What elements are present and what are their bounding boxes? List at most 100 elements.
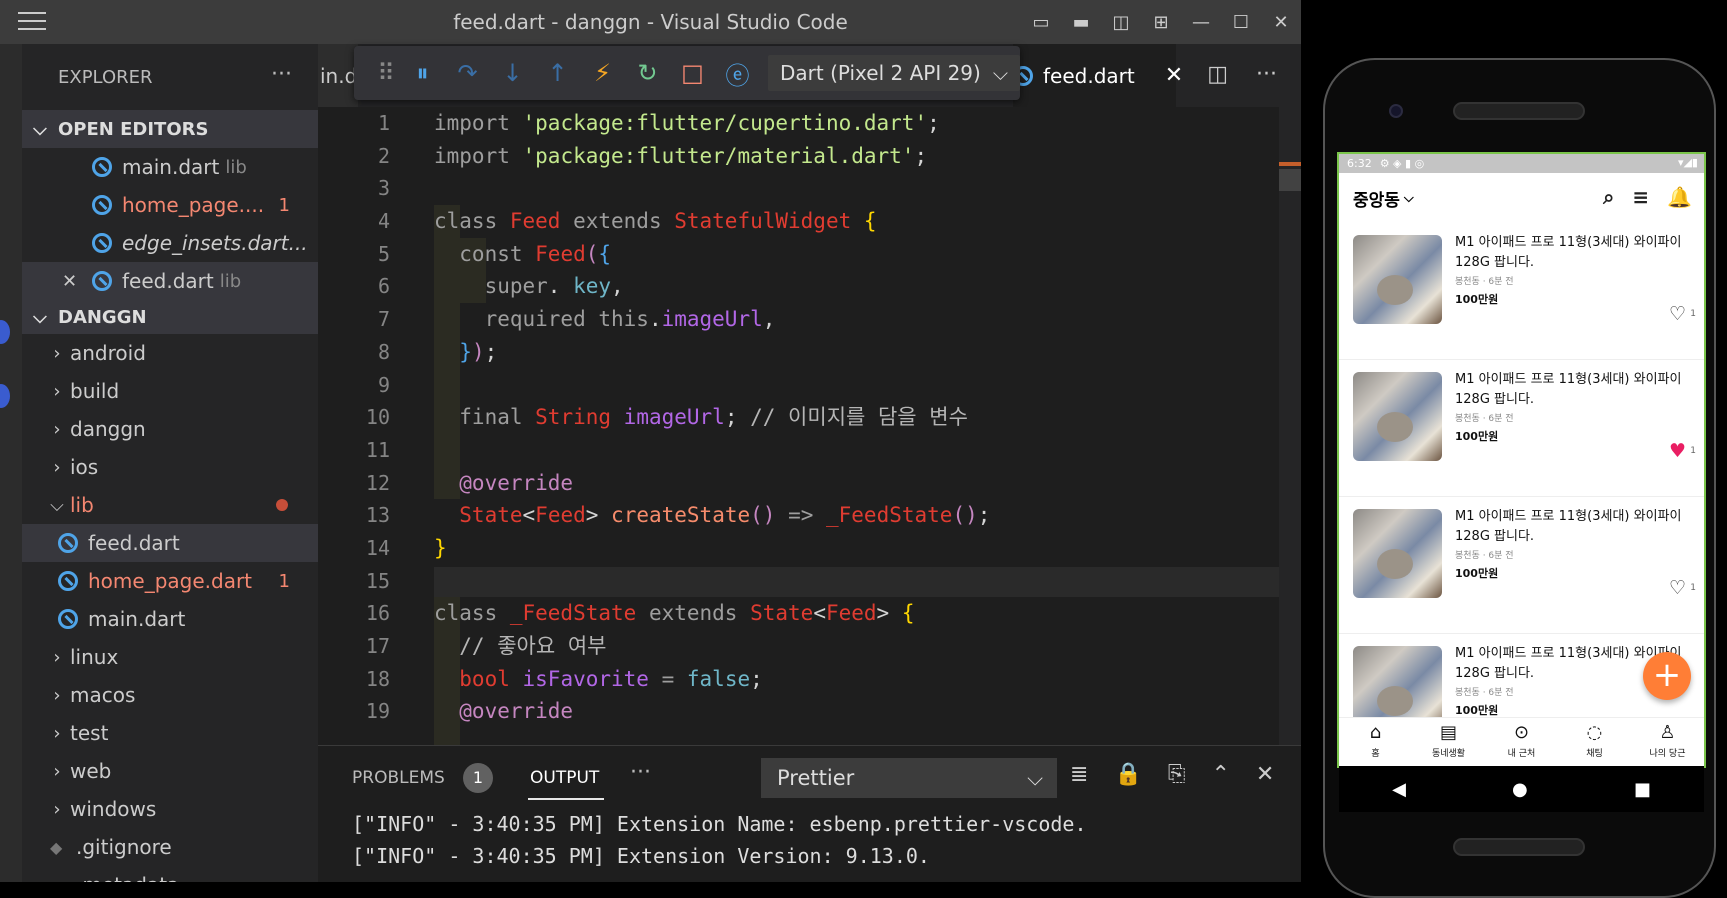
heart-outline-icon[interactable]: ♡ (1669, 303, 1686, 325)
recents-icon[interactable]: ■ (1634, 779, 1651, 800)
toggle-panel-icon[interactable]: ▬ (1061, 12, 1101, 33)
file-item[interactable]: ≡ .metadata (22, 866, 318, 882)
open-editor-item[interactable]: edge_insets.dart... (22, 224, 318, 262)
nearby-icon: ⊙ (1513, 722, 1530, 743)
toggle-sidebar-icon[interactable]: ▭ (1021, 12, 1061, 33)
file-name: home_page.dart (88, 569, 253, 593)
restart-icon[interactable]: ↻ (625, 59, 670, 87)
activity-badge[interactable] (0, 320, 10, 344)
nav-label: 홈 (1371, 749, 1380, 759)
tab-output[interactable]: OUTPUT (530, 768, 599, 788)
folder-item[interactable]: › macos (22, 676, 318, 714)
back-icon[interactable]: ◀ (1392, 779, 1406, 800)
menu-icon[interactable]: ≡ (1632, 185, 1649, 209)
close-tab-icon[interactable]: ✕ (1165, 63, 1183, 88)
code-token: // 좋아요 여부 (434, 634, 607, 658)
file-item[interactable]: home_page.dart 1 (22, 562, 318, 600)
folder-item[interactable]: › danggn (22, 410, 318, 448)
location-selector[interactable]: 중앙동 (1353, 186, 1400, 211)
nav-item-nearby[interactable]: ⊙ 내 근처 (1485, 718, 1558, 766)
stop-icon[interactable]: □ (670, 59, 715, 87)
folder-item[interactable]: › web (22, 752, 318, 790)
project-section[interactable]: ⌵ DANGGN (22, 300, 318, 334)
folder-item[interactable]: › windows (22, 790, 318, 828)
phone-screen: 6:32 ⚙ ◈ ▮ ◎ ▾◢▮ 중앙동 ⌵ ⌕ ≡ 🔔 M1 아이패드 프로 … (1339, 154, 1704, 766)
open-editor-item[interactable]: main.dart lib (22, 148, 318, 186)
tab-label: feed.dart (1043, 63, 1135, 88)
bell-icon[interactable]: 🔔 (1667, 185, 1692, 209)
close-window-button[interactable]: ✕ (1261, 12, 1301, 33)
output-channel-label: Prettier (777, 766, 855, 790)
list-item[interactable]: M1 아이패드 프로 11형(3세대) 와이파이 128G 팝니다. 봉천동 ·… (1339, 360, 1704, 497)
code-token: 'package:flutter/material.dart' (522, 143, 915, 168)
activity-badge[interactable] (0, 384, 10, 408)
open-in-editor-icon[interactable]: ⎘ (1168, 762, 1186, 787)
code-token: _FeedState (509, 601, 637, 626)
list-item[interactable]: M1 아이패드 프로 11형(3세대) 와이파이 128G 팝니다. 봉천동 ·… (1339, 497, 1704, 634)
debug-target-select[interactable]: Dart (Pixel 2 API 29) ⌵ (768, 55, 1020, 91)
drag-handle-icon[interactable]: ⠿ (372, 59, 400, 87)
editor-scrollbar[interactable] (1279, 107, 1301, 745)
file-item[interactable]: main.dart (22, 600, 318, 638)
home-icon[interactable]: ● (1512, 779, 1528, 800)
customize-layout-icon[interactable]: ⊞ (1141, 12, 1181, 33)
dart-file-icon (92, 195, 112, 215)
file-item-active[interactable]: feed.dart (22, 524, 318, 562)
step-out-icon[interactable]: ↑ (535, 59, 580, 87)
pause-icon[interactable]: ⏸ (400, 59, 445, 87)
dart-file-icon (58, 609, 78, 629)
code-editor[interactable]: 1 2 3 4 5 6 7 8 9 10 11 12 13 14 15 16 17 18 19 import 'pa… (318, 107, 1301, 745)
nav-item-community[interactable]: ▤ 동네생활 (1412, 718, 1485, 766)
heart-filled-icon[interactable]: ♥ (1669, 440, 1686, 462)
code-token: State (434, 503, 523, 528)
list-item[interactable]: M1 아이패드 프로 11형(3세대) 와이파이 128G 팝니다. 봉천동 ·… (1339, 223, 1704, 360)
devtools-icon[interactable]: ⓔ (715, 56, 760, 91)
open-editors-section[interactable]: ⌵ OPEN EDITORS (22, 110, 318, 148)
nav-item-my[interactable]: ♙ 나의 당근 (1631, 718, 1704, 766)
close-icon[interactable]: ✕ (62, 271, 92, 292)
more-actions-icon[interactable]: ··· (630, 760, 651, 785)
heart-outline-icon[interactable]: ♡ (1669, 577, 1686, 599)
maximize-panel-icon[interactable]: ⌃ (1211, 762, 1229, 787)
clear-output-icon[interactable]: ≣ (1070, 762, 1088, 787)
scroll-thumb[interactable] (1279, 169, 1301, 191)
close-panel-icon[interactable]: ✕ (1256, 762, 1274, 787)
tab-problems[interactable]: PROBLEMS (352, 768, 445, 788)
maximize-button[interactable]: ☐ (1221, 12, 1261, 33)
code-token: { (851, 209, 877, 234)
file-desc: lib (225, 156, 247, 178)
add-post-button[interactable]: + (1643, 652, 1691, 700)
folder-lib[interactable]: ⌵ lib (22, 486, 318, 524)
tab-feed-dart[interactable]: feed.dart ✕ (1013, 44, 1183, 107)
nav-item-home[interactable]: ⌂ 홈 (1339, 718, 1412, 766)
search-icon[interactable]: ⌕ (1603, 185, 1614, 209)
more-actions-icon[interactable]: ··· (271, 62, 292, 87)
step-over-icon[interactable]: ↷ (445, 59, 490, 87)
folder-item[interactable]: › android (22, 334, 318, 372)
more-actions-icon[interactable]: ··· (1256, 62, 1277, 87)
step-into-icon[interactable]: ↓ (490, 59, 535, 87)
code-token: () (750, 503, 776, 528)
code-token: ; (484, 339, 498, 364)
item-meta: 봉천동 · 6분 전 (1455, 414, 1514, 424)
folder-item[interactable]: › test (22, 714, 318, 752)
folder-item[interactable]: › ios (22, 448, 318, 486)
hot-reload-icon[interactable]: ⚡ (580, 59, 625, 87)
tab-main-dart[interactable]: in.d (318, 44, 358, 107)
file-item[interactable]: ◆ .gitignore (22, 828, 318, 866)
chevron-down-icon[interactable]: ⌵ (1404, 191, 1414, 206)
folder-item[interactable]: › build (22, 372, 318, 410)
lock-icon[interactable]: 🔒 (1114, 762, 1141, 787)
nav-item-chat[interactable]: ◌ 채팅 (1558, 718, 1631, 766)
minimize-button[interactable]: — (1181, 12, 1221, 33)
code-lines[interactable]: import 'package:flutter/cupertino.dart';… (434, 107, 990, 728)
open-editor-item-active[interactable]: ✕ feed.dart lib (22, 262, 318, 300)
toggle-secondary-sidebar-icon[interactable]: ◫ (1101, 12, 1141, 33)
line-number: 12 (365, 470, 390, 495)
output-channel-select[interactable]: Prettier ⌵ (761, 758, 1057, 798)
folder-item[interactable]: › linux (22, 638, 318, 676)
open-editor-item[interactable]: home_page.... 1 (22, 186, 318, 224)
code-token: < (522, 503, 536, 528)
split-editor-icon[interactable]: ◫ (1207, 62, 1228, 87)
